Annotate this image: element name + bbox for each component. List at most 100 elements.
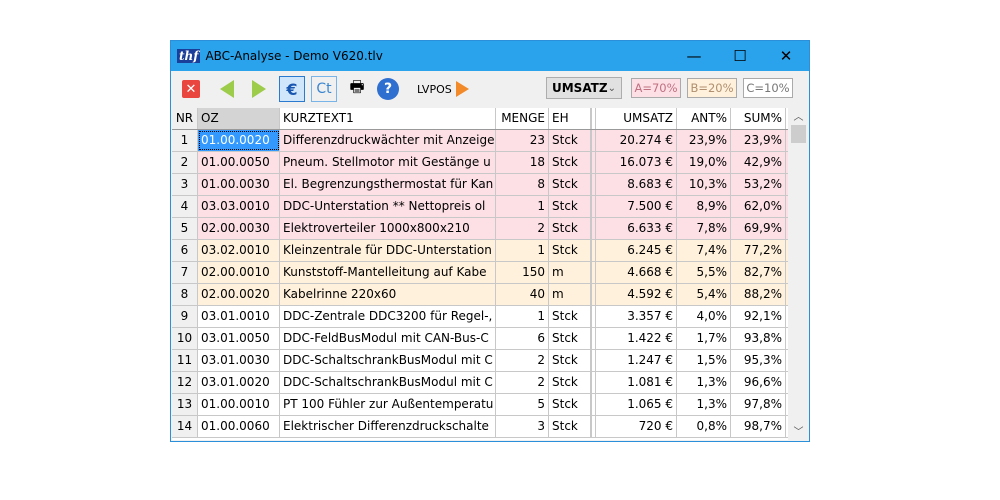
oz-cell[interactable]: 03.01.0030 <box>198 350 280 371</box>
menge-cell[interactable]: 18 <box>496 152 549 173</box>
umsatz-cell[interactable]: 1.081 € <box>596 372 677 393</box>
eh-cell[interactable]: Stck <box>549 174 591 195</box>
sum-cell[interactable]: 62,0% <box>731 196 786 217</box>
print-button[interactable]: 🖶 <box>345 77 369 101</box>
header-eh[interactable]: EH <box>549 108 591 129</box>
row-nr[interactable]: 4 <box>172 196 198 217</box>
row-nr[interactable]: 6 <box>172 240 198 261</box>
eh-cell[interactable]: Stck <box>549 152 591 173</box>
row-nr[interactable]: 10 <box>172 328 198 349</box>
eh-cell[interactable]: m <box>549 284 591 305</box>
oz-cell[interactable]: 01.00.0030 <box>198 174 280 195</box>
sum-cell[interactable]: 42,9% <box>731 152 786 173</box>
help-button[interactable]: ? <box>377 78 399 100</box>
umsatz-cell[interactable]: 16.073 € <box>596 152 677 173</box>
row-nr[interactable]: 5 <box>172 218 198 239</box>
umsatz-cell[interactable]: 4.668 € <box>596 262 677 283</box>
header-menge[interactable]: MENGE <box>496 108 549 129</box>
kurztext-cell[interactable]: Kabelrinne 220x60 <box>280 284 496 305</box>
menge-cell[interactable]: 2 <box>496 350 549 371</box>
umsatz-cell[interactable]: 3.357 € <box>596 306 677 327</box>
umsatz-cell[interactable]: 6.245 € <box>596 240 677 261</box>
header-sum[interactable]: SUM% <box>731 108 786 129</box>
kurztext-cell[interactable]: Kunststoff-Mantelleitung auf Kabe <box>280 262 496 283</box>
menge-cell[interactable]: 1 <box>496 240 549 261</box>
kurztext-cell[interactable]: Elektrischer Differenzdruckschalte <box>280 416 496 437</box>
table-row[interactable]: 4 03.03.0010 DDC-Unterstation ** Nettoprei… <box>172 196 788 218</box>
eh-cell[interactable]: m <box>549 262 591 283</box>
umsatz-cell[interactable]: 4.592 € <box>596 284 677 305</box>
table-row[interactable]: 5 02.00.0030 Elektroverteiler 1000x800x210… <box>172 218 788 240</box>
row-nr[interactable]: 12 <box>172 372 198 393</box>
row-nr[interactable]: 7 <box>172 262 198 283</box>
oz-cell[interactable]: 03.03.0010 <box>198 196 280 217</box>
umsatz-cell[interactable]: 720 € <box>596 416 677 437</box>
eh-cell[interactable]: Stck <box>549 218 591 239</box>
umsatz-cell[interactable]: 8.683 € <box>596 174 677 195</box>
ant-cell[interactable]: 7,8% <box>677 218 731 239</box>
table-row[interactable]: 12 03.01.0020 DDC-SchaltschrankBusModul mi… <box>172 372 788 394</box>
menge-cell[interactable]: 5 <box>496 394 549 415</box>
sum-cell[interactable]: 53,2% <box>731 174 786 195</box>
oz-cell[interactable]: 01.00.0060 <box>198 416 280 437</box>
kurztext-cell[interactable]: Elektroverteiler 1000x800x210 <box>280 218 496 239</box>
table-row[interactable]: 13 01.00.0010 PT 100 Fühler zur Außentempe… <box>172 394 788 416</box>
header-ant[interactable]: ANT% <box>677 108 731 129</box>
chevron-up-icon[interactable]: ︿ <box>789 108 808 125</box>
oz-cell[interactable]: 02.00.0030 <box>198 218 280 239</box>
oz-cell[interactable]: 03.01.0050 <box>198 328 280 349</box>
table-row[interactable]: 8 02.00.0020 Kabelrinne 220x60 40 m 4.592 €5,… <box>172 284 788 306</box>
ant-cell[interactable]: 10,3% <box>677 174 731 195</box>
minimize-button[interactable]: — <box>671 47 717 65</box>
sum-cell[interactable]: 77,2% <box>731 240 786 261</box>
sum-cell[interactable]: 98,7% <box>731 416 786 437</box>
sort-select[interactable]: UMSATZ ⌄ <box>546 77 622 99</box>
menge-cell[interactable]: 1 <box>496 306 549 327</box>
ant-cell[interactable]: 0,8% <box>677 416 731 437</box>
umsatz-cell[interactable]: 1.065 € <box>596 394 677 415</box>
menge-cell[interactable]: 23 <box>496 130 549 151</box>
sum-cell[interactable]: 69,9% <box>731 218 786 239</box>
row-nr[interactable]: 3 <box>172 174 198 195</box>
ant-cell[interactable]: 1,5% <box>677 350 731 371</box>
oz-cell[interactable]: 03.01.0020 <box>198 372 280 393</box>
header-kurztext[interactable]: KURZTEXT1 <box>280 108 496 129</box>
eh-cell[interactable]: Stck <box>549 306 591 327</box>
ant-cell[interactable]: 7,4% <box>677 240 731 261</box>
table-row[interactable]: 11 03.01.0030 DDC-SchaltschrankBusModul mi… <box>172 350 788 372</box>
eh-cell[interactable]: Stck <box>549 416 591 437</box>
kurztext-cell[interactable]: PT 100 Fühler zur Außentemperatu <box>280 394 496 415</box>
sum-cell[interactable]: 23,9% <box>731 130 786 151</box>
ant-cell[interactable]: 8,9% <box>677 196 731 217</box>
maximize-button[interactable]: ☐ <box>717 47 763 65</box>
menge-cell[interactable]: 1 <box>496 196 549 217</box>
table-row[interactable]: 14 01.00.0060 Elektrischer Differenzdrucks… <box>172 416 788 438</box>
kurztext-cell[interactable]: Kleinzentrale für DDC-Unterstation <box>280 240 496 261</box>
header-nr[interactable]: NR <box>172 108 198 129</box>
c-threshold-field[interactable]: C=10% <box>743 78 793 98</box>
table-row[interactable]: 2 01.00.0050 Pneum. Stellmotor mit Gestäng… <box>172 152 788 174</box>
oz-cell[interactable]: 02.00.0020 <box>198 284 280 305</box>
oz-cell[interactable]: 03.02.0010 <box>198 240 280 261</box>
umsatz-cell[interactable]: 1.422 € <box>596 328 677 349</box>
row-nr[interactable]: 13 <box>172 394 198 415</box>
umsatz-cell[interactable]: 1.247 € <box>596 350 677 371</box>
menge-cell[interactable]: 40 <box>496 284 549 305</box>
header-oz[interactable]: OZ <box>198 108 280 129</box>
header-umsatz[interactable]: UMSATZ <box>596 108 677 129</box>
chevron-down-icon[interactable]: ﹀ <box>789 423 808 440</box>
umsatz-cell[interactable]: 6.633 € <box>596 218 677 239</box>
menge-cell[interactable]: 3 <box>496 416 549 437</box>
sum-cell[interactable]: 92,1% <box>731 306 786 327</box>
kurztext-cell[interactable]: El. Begrenzungsthermostat für Kan <box>280 174 496 195</box>
kurztext-cell[interactable]: DDC-Unterstation ** Nettopreis ol <box>280 196 496 217</box>
menge-cell[interactable]: 150 <box>496 262 549 283</box>
ant-cell[interactable]: 5,4% <box>677 284 731 305</box>
next-button[interactable] <box>247 77 271 101</box>
euro-button[interactable]: € <box>279 76 305 102</box>
eh-cell[interactable]: Stck <box>549 130 591 151</box>
ant-cell[interactable]: 19,0% <box>677 152 731 173</box>
eh-cell[interactable]: Stck <box>549 372 591 393</box>
ant-cell[interactable]: 4,0% <box>677 306 731 327</box>
row-nr[interactable]: 2 <box>172 152 198 173</box>
